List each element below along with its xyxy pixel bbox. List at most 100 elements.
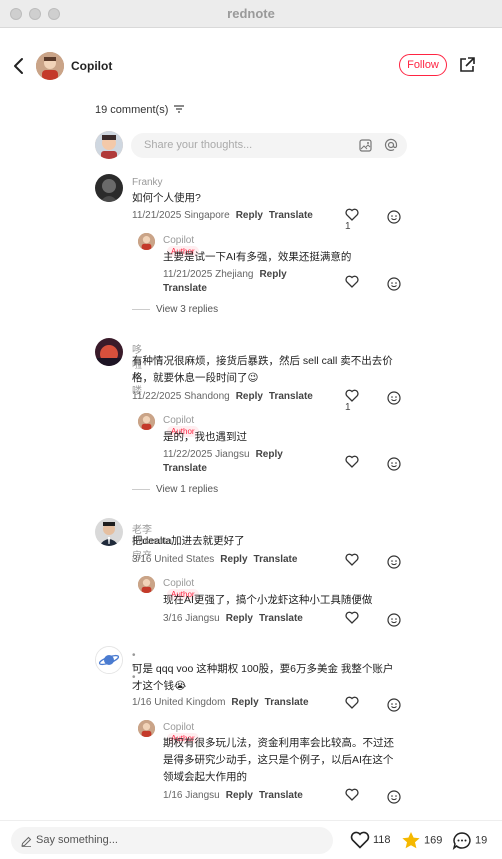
emoji-reaction-icon[interactable] (387, 275, 401, 293)
my-avatar (95, 131, 123, 159)
comment-text: 把dealta加进去就更好了 (132, 535, 245, 547)
reply-button[interactable]: Reply (256, 449, 283, 460)
comment-input[interactable]: Share your thoughts... (131, 133, 407, 158)
emoji-reaction-icon[interactable] (387, 553, 401, 571)
view-replies-label[interactable]: View 3 replies (156, 304, 218, 315)
commenter-avatar[interactable] (95, 518, 123, 546)
commenter-avatar[interactable] (95, 174, 123, 202)
reply-date-location: 1/16 Jiangsu (163, 790, 220, 801)
reply-meta: 11/21/2025 Zhejiang Reply Translate (163, 268, 323, 296)
view-replies-label[interactable]: View 1 replies (156, 484, 218, 495)
bottom-action-bar: Say something... 118 169 19 (0, 820, 502, 859)
translate-button[interactable]: Translate (265, 697, 309, 708)
comments-count: 19 comment(s) (95, 104, 185, 116)
post-comment-button[interactable]: 19 (452, 831, 487, 850)
like-button[interactable] (345, 553, 359, 566)
view-replies-link[interactable]: View 3 replies (132, 304, 218, 315)
back-arrow-icon[interactable] (12, 56, 28, 76)
comment-date-location: 11/22/2025 Shandong (132, 391, 230, 402)
heart-icon (345, 696, 359, 709)
translate-button[interactable]: Translate (269, 391, 313, 402)
heart-icon (345, 389, 359, 402)
emoji-reaction-icon[interactable] (387, 611, 401, 629)
divider (132, 308, 150, 310)
heart-icon (345, 788, 359, 801)
like-button[interactable] (345, 696, 359, 709)
author-avatar[interactable] (36, 52, 64, 80)
reply-button[interactable]: Reply (226, 790, 253, 801)
reply-like-button[interactable] (345, 788, 359, 801)
heart-icon (345, 611, 359, 624)
star-icon (402, 832, 420, 849)
like-button[interactable]: 1 (345, 208, 359, 232)
commenter-avatar[interactable] (95, 338, 123, 366)
heart-icon (350, 831, 370, 849)
comment-meta: 3/16 United States Reply Translate (132, 554, 297, 565)
reply-author-name[interactable]: Copilot (163, 722, 194, 733)
reply-text: 期权有很多玩儿法，资金利用率会比较高。不过还是得多研究少动手，这只是个例子，以后… (163, 737, 394, 783)
view-replies-link[interactable]: View 1 replies (132, 484, 218, 495)
like-button[interactable]: 1 (345, 389, 359, 413)
reply-like-button[interactable] (345, 455, 359, 468)
mention-icon[interactable] (384, 138, 398, 157)
reply-button[interactable]: Reply (236, 210, 263, 221)
reply-author-avatar[interactable] (138, 720, 155, 737)
reply-button[interactable]: Reply (226, 613, 253, 624)
translate-button[interactable]: Translate (259, 790, 303, 801)
pencil-icon (21, 834, 32, 852)
heart-icon (345, 208, 359, 221)
comment-bubble-icon (452, 832, 471, 850)
reply-button[interactable]: Reply (259, 269, 286, 280)
reply-author-name[interactable]: Copilot (163, 415, 194, 426)
emoji-reaction-icon[interactable] (387, 208, 401, 226)
post-header: Copilot Follow (0, 28, 502, 104)
comment-text: 可是 qqq voo 这种期权 100股，要6万多美金 我整个账户才这个钱😭 (132, 663, 394, 692)
post-comment-count: 19 (475, 834, 488, 847)
emoji-reaction-icon[interactable] (387, 455, 401, 473)
comment-meta: 11/21/2025 Singapore Reply Translate (132, 210, 313, 221)
comment-text: 有种情况很麻烦，接货后暴跌，然后 sell call 卖不出去价格，就要休息一段… (132, 355, 393, 384)
emoji-reaction-icon[interactable] (387, 389, 401, 407)
share-icon[interactable] (458, 56, 476, 74)
follow-button[interactable]: Follow (399, 54, 447, 76)
commenter-avatar[interactable] (95, 646, 123, 674)
translate-button[interactable]: Translate (254, 554, 298, 565)
divider (132, 488, 150, 490)
post-collect-button[interactable]: 169 (401, 831, 442, 850)
author-name[interactable]: Copilot (71, 59, 112, 73)
reply-button[interactable]: Reply (231, 697, 258, 708)
reply-author-avatar[interactable] (138, 413, 155, 430)
heart-icon (345, 553, 359, 566)
reply-author-name[interactable]: Copilot (163, 578, 194, 589)
reply-like-button[interactable] (345, 275, 359, 288)
reply-like-button[interactable] (345, 611, 359, 624)
translate-button[interactable]: Translate (163, 463, 207, 474)
translate-button[interactable]: Translate (259, 613, 303, 624)
post-like-button[interactable]: 118 (350, 831, 391, 849)
image-icon[interactable] (359, 139, 372, 157)
comments-count-label: 19 comment(s) (95, 104, 169, 116)
reply-text: 主要是试一下AI有多强，效果还挺满意的 (163, 251, 352, 263)
commenter-name[interactable]: Franky (132, 177, 163, 188)
sort-icon[interactable] (174, 104, 185, 116)
like-count: 1 (345, 221, 351, 232)
reply-text: 现在AI更强了，搞个小龙虾这种小工具随便做 (163, 594, 373, 606)
window-titlebar: rednote (0, 0, 502, 28)
window-title: rednote (227, 6, 275, 21)
emoji-reaction-icon[interactable] (387, 788, 401, 806)
reply-meta: 3/16 Jiangsu Reply Translate (163, 612, 363, 626)
comment-text: 如何个人使用? (132, 192, 201, 204)
reply-author-avatar[interactable] (138, 233, 155, 250)
comment-meta: 1/16 United Kingdom Reply Translate (132, 697, 309, 708)
comment-date-location: 1/16 United Kingdom (132, 697, 226, 708)
emoji-reaction-icon[interactable] (387, 696, 401, 714)
translate-button[interactable]: Translate (163, 283, 207, 294)
reply-author-name[interactable]: Copilot (163, 235, 194, 246)
reply-date-location: 11/22/2025 Jiangsu (163, 449, 250, 460)
reply-button[interactable]: Reply (220, 554, 247, 565)
say-something-input[interactable]: Say something... (11, 827, 333, 854)
reply-author-avatar[interactable] (138, 576, 155, 593)
reply-meta: 11/22/2025 Jiangsu Reply Translate (163, 448, 323, 476)
reply-button[interactable]: Reply (236, 391, 263, 402)
translate-button[interactable]: Translate (269, 210, 313, 221)
